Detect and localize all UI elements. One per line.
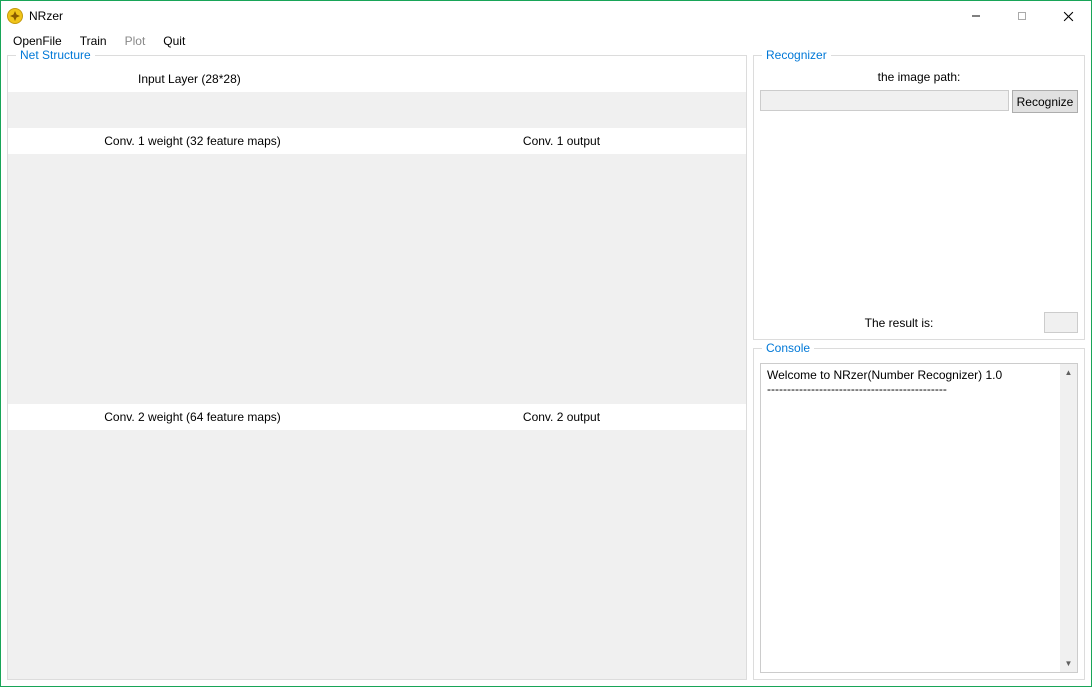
console-title: Console xyxy=(762,341,814,355)
app-window: NRzer OpenFile Train Plot Quit Net Struc… xyxy=(0,0,1092,687)
conv1-weight-canvas xyxy=(8,154,377,404)
console-scrollbar[interactable]: ▲ ▼ xyxy=(1060,364,1077,672)
result-label: The result is: xyxy=(760,316,1038,330)
image-path-label: the image path: xyxy=(760,70,1078,84)
console-text-wrap: Welcome to NRzer(Number Recognizer) 1.0 … xyxy=(760,363,1078,673)
close-button[interactable] xyxy=(1045,1,1091,31)
app-icon xyxy=(7,8,23,24)
conv1-output-label: Conv. 1 output xyxy=(377,128,746,154)
maximize-button xyxy=(999,1,1045,31)
titlebar-left: NRzer xyxy=(1,8,63,24)
scroll-up-icon[interactable]: ▲ xyxy=(1060,364,1077,381)
conv2-canvas-row xyxy=(8,430,746,680)
window-title: NRzer xyxy=(29,9,63,23)
input-layer-canvas xyxy=(8,92,746,128)
image-path-input[interactable] xyxy=(760,90,1009,111)
result-row: The result is: xyxy=(760,312,1078,333)
right-column: Recognizer the image path: Recognize The… xyxy=(753,55,1085,680)
net-structure-title: Net Structure xyxy=(16,48,95,62)
menubar: OpenFile Train Plot Quit xyxy=(1,31,1091,51)
conv2-weight-canvas xyxy=(8,430,377,680)
recognizer-title: Recognizer xyxy=(762,48,831,62)
left-column: Net Structure Input Layer (28*28) Conv. … xyxy=(7,55,747,680)
menu-plot: Plot xyxy=(117,32,154,50)
net-structure-group: Net Structure Input Layer (28*28) Conv. … xyxy=(7,55,747,680)
console-output[interactable]: Welcome to NRzer(Number Recognizer) 1.0 … xyxy=(761,364,1060,672)
menu-quit[interactable]: Quit xyxy=(155,32,193,50)
conv2-label-row: Conv. 2 weight (64 feature maps) Conv. 2… xyxy=(8,404,746,430)
conv1-label-row: Conv. 1 weight (32 feature maps) Conv. 1… xyxy=(8,128,746,154)
conv2-output-label: Conv. 2 output xyxy=(377,404,746,430)
image-preview xyxy=(834,123,1004,293)
path-row: Recognize xyxy=(760,90,1078,113)
scroll-down-icon[interactable]: ▼ xyxy=(1060,655,1077,672)
window-controls xyxy=(953,1,1091,31)
conv2-output-canvas xyxy=(377,430,746,680)
conv1-canvas-row xyxy=(8,154,746,404)
recognize-button[interactable]: Recognize xyxy=(1012,90,1078,113)
result-output xyxy=(1044,312,1078,333)
content-area: Net Structure Input Layer (28*28) Conv. … xyxy=(1,51,1091,686)
titlebar: NRzer xyxy=(1,1,1091,31)
conv1-weight-label: Conv. 1 weight (32 feature maps) xyxy=(8,128,377,154)
minimize-button[interactable] xyxy=(953,1,999,31)
conv2-weight-label: Conv. 2 weight (64 feature maps) xyxy=(8,404,377,430)
input-layer-label: Input Layer (28*28) xyxy=(8,66,746,92)
console-group: Console Welcome to NRzer(Number Recogniz… xyxy=(753,348,1085,680)
recognizer-group: Recognizer the image path: Recognize The… xyxy=(753,55,1085,340)
conv1-output-canvas xyxy=(377,154,746,404)
